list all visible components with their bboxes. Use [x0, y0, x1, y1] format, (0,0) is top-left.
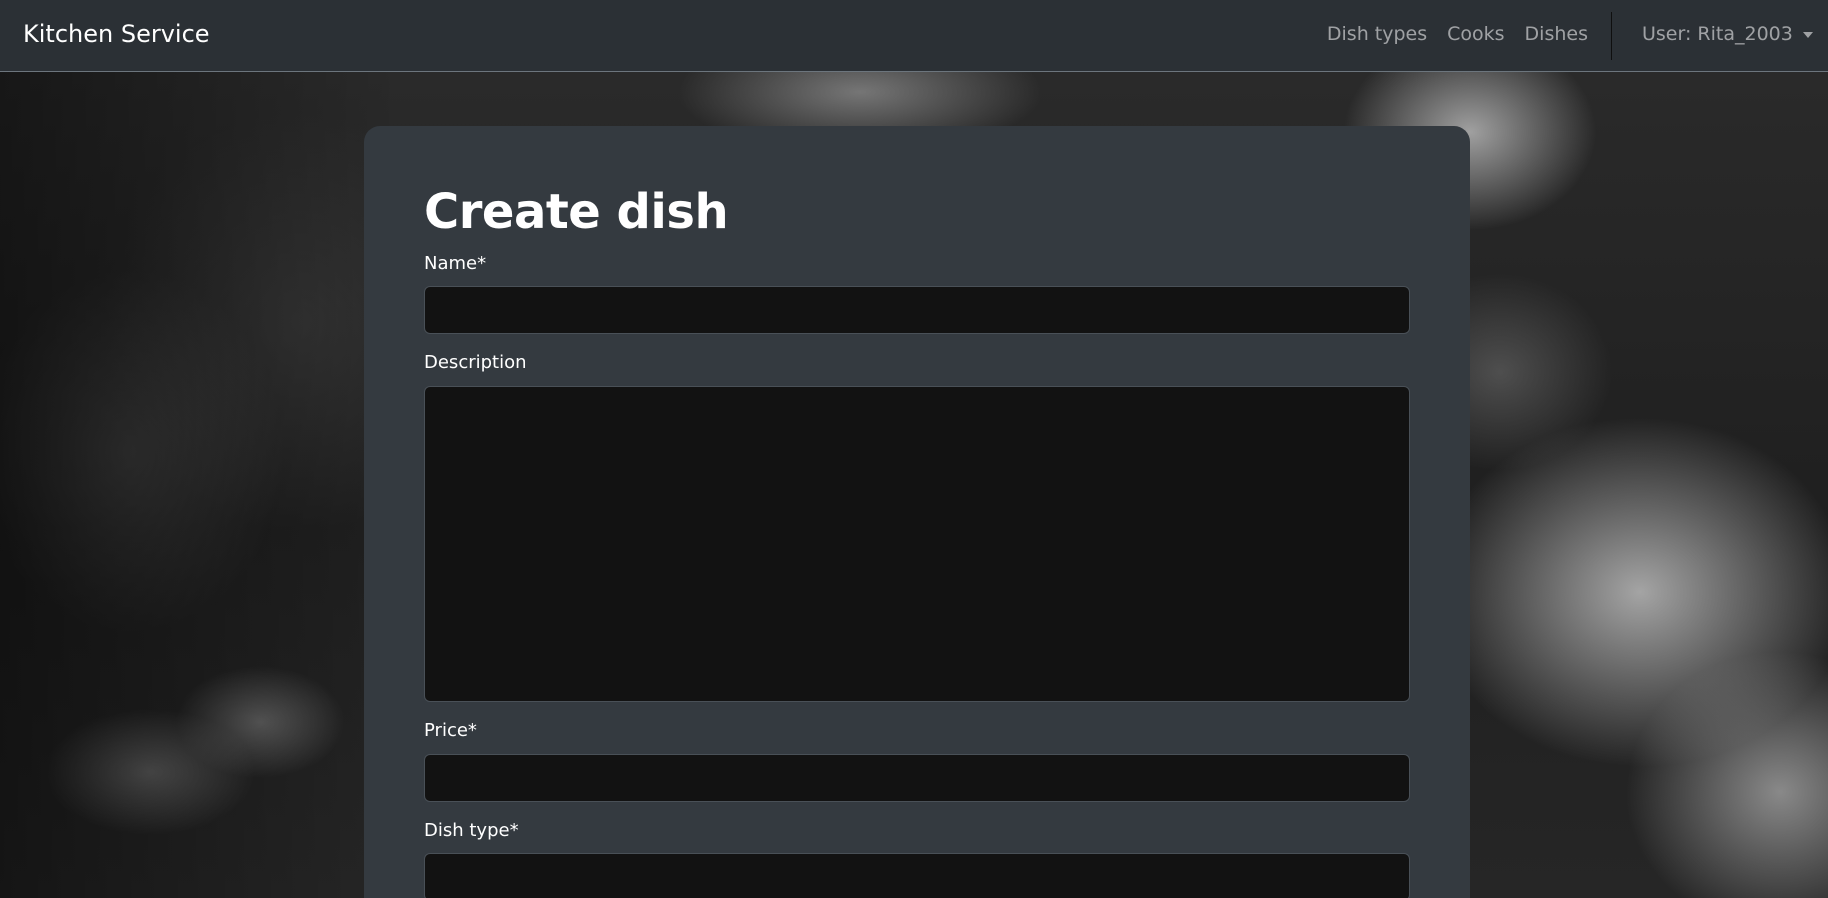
navbar: Kitchen Service Dish types Cooks Dishes … [0, 0, 1828, 72]
price-label: Price* [424, 719, 477, 741]
page-title: Create dish [424, 184, 729, 240]
name-input[interactable] [424, 286, 1410, 335]
nav-divider [1611, 12, 1612, 60]
nav-links: Dish types Cooks Dishes [1327, 22, 1588, 47]
price-input[interactable] [424, 753, 1410, 802]
brand-link[interactable]: Kitchen Service [23, 20, 210, 49]
page: Kitchen Service Dish types Cooks Dishes … [0, 0, 1828, 898]
user-dropdown-toggle[interactable]: User: Rita_2003 [1642, 22, 1813, 47]
description-textarea[interactable] [424, 385, 1410, 702]
background-vignette [0, 72, 400, 898]
nav-link-dishes[interactable]: Dishes [1525, 22, 1588, 47]
user-label: User: Rita_2003 [1642, 23, 1793, 45]
chevron-down-icon [1802, 32, 1813, 39]
nav-link-cooks[interactable]: Cooks [1447, 22, 1504, 47]
dish-type-label: Dish type* [424, 819, 519, 841]
name-label: Name* [424, 252, 487, 274]
nav-link-dish-types[interactable]: Dish types [1327, 22, 1427, 47]
create-dish-card: Create dish Name* Description Price* Dis… [364, 126, 1470, 898]
description-label: Description [424, 352, 527, 374]
dish-type-select[interactable] [424, 853, 1410, 898]
